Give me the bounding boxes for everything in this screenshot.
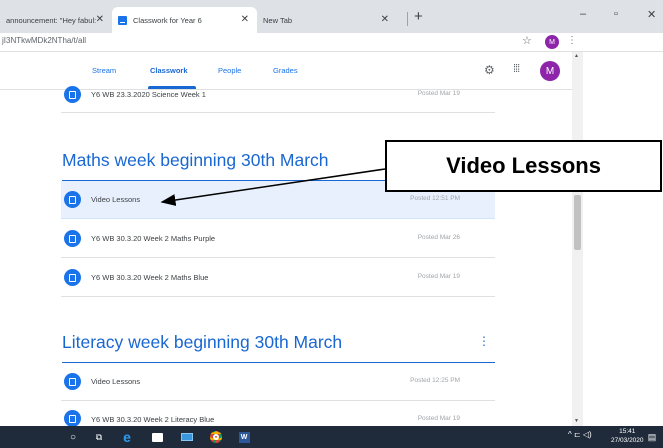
- tab-grades[interactable]: Grades: [273, 66, 298, 75]
- new-tab-button[interactable]: +: [414, 8, 423, 25]
- maximize-button[interactable]: ▫: [614, 8, 618, 20]
- assignment-icon: [64, 191, 81, 208]
- item-posted: Posted 12:51 PM: [410, 195, 460, 202]
- address-bar: [0, 33, 663, 52]
- list-item[interactable]: Y6 WB 30.3.20 Week 2 Maths Purple Posted…: [61, 220, 495, 258]
- scrollbar-thumb[interactable]: [574, 195, 581, 250]
- edge-browser-icon[interactable]: e: [119, 427, 135, 447]
- chrome-icon[interactable]: [208, 427, 224, 447]
- assignment-icon: [64, 373, 81, 390]
- close-icon[interactable]: ✕: [241, 14, 249, 25]
- item-posted: Posted Mar 19: [417, 415, 460, 422]
- tab-label: New Tab: [263, 15, 293, 25]
- taskbar-clock[interactable]: 15:41 27/03/2020: [611, 427, 644, 445]
- tab-classwork[interactable]: Classwork: [150, 66, 188, 75]
- item-title: Y6 WB 30.3.20 Week 2 Maths Purple: [91, 234, 216, 243]
- mail-icon[interactable]: [179, 427, 195, 447]
- minimize-button[interactable]: –: [580, 8, 586, 20]
- tab-label: announcement: "Hey fabul:: [6, 15, 97, 25]
- list-item-video-lessons-literacy[interactable]: Video Lessons Posted 12:25 PM: [61, 363, 495, 401]
- assignment-icon: [64, 230, 81, 247]
- screen: announcement: "Hey fabul: ✕ Classwork fo…: [0, 0, 663, 448]
- topic-title-literacy: Literacy week beginning 30th March: [62, 332, 343, 352]
- browser-menu-icon[interactable]: ⋮: [567, 35, 577, 46]
- bookmark-star-icon[interactable]: ☆: [522, 34, 532, 47]
- tab-separator: [407, 12, 408, 26]
- user-avatar[interactable]: M: [540, 61, 560, 81]
- annotation-callout: Video Lessons: [385, 140, 662, 192]
- browser-tab-announcement[interactable]: announcement: "Hey fabul: ✕: [0, 7, 112, 33]
- tab-stream[interactable]: Stream: [92, 66, 116, 75]
- item-title: Y6 WB 30.3.20 Week 2 Literacy Blue: [91, 415, 215, 424]
- store-icon[interactable]: [150, 427, 164, 447]
- item-title: Video Lessons: [91, 377, 141, 386]
- url-field[interactable]: jI3NTkwMDk2NTha/t/all: [2, 36, 86, 45]
- settings-gear-icon[interactable]: ⚙: [484, 63, 495, 77]
- tab-people[interactable]: People: [218, 66, 241, 75]
- assignment-icon: [64, 269, 81, 286]
- topic-menu-icon[interactable]: ⋮: [478, 334, 490, 348]
- close-icon[interactable]: ✕: [96, 14, 104, 25]
- classroom-icon: [118, 15, 127, 25]
- list-item[interactable]: Y6 WB 23.3.2020 Science Week 1 Posted Ma…: [61, 78, 495, 113]
- annotation-arrow-icon: [160, 168, 386, 206]
- assignment-icon: [64, 86, 81, 103]
- word-icon[interactable]: W: [236, 427, 252, 447]
- list-item[interactable]: Y6 WB 30.3.20 Week 2 Maths Blue Posted M…: [61, 259, 495, 297]
- browser-tab-classwork[interactable]: Classwork for Year 6 ✕: [112, 7, 257, 33]
- scroll-down-arrow-icon[interactable]: ▼: [574, 418, 579, 424]
- item-posted: Posted 12:25 PM: [410, 377, 460, 384]
- search-circle-icon[interactable]: ○: [66, 427, 80, 447]
- browser-profile-avatar[interactable]: M: [545, 35, 559, 49]
- assignment-icon: [64, 410, 81, 427]
- list-item[interactable]: Y6 WB 30.3.20 Week 2 Literacy Blue Poste…: [61, 402, 495, 427]
- close-icon[interactable]: ✕: [381, 14, 389, 25]
- item-title: Y6 WB 30.3.20 Week 2 Maths Blue: [91, 273, 209, 282]
- apps-grid-icon[interactable]: ⁞⁞⁞: [513, 63, 520, 75]
- notification-icon[interactable]: ▤: [645, 427, 659, 447]
- item-title: Y6 WB 23.3.2020 Science Week 1: [91, 90, 206, 99]
- window-close-button[interactable]: ✕: [647, 8, 656, 21]
- clock-date: 27/03/2020: [611, 437, 644, 444]
- item-title: Video Lessons: [91, 195, 141, 204]
- item-posted: Posted Mar 19: [417, 273, 460, 280]
- scroll-up-arrow-icon[interactable]: ▲: [574, 53, 579, 59]
- task-view-icon[interactable]: ⧉: [92, 427, 106, 447]
- clock-time: 15:41: [619, 428, 636, 435]
- item-posted: Posted Mar 19: [417, 90, 460, 97]
- system-tray-icons[interactable]: ^ ⊏ ◁): [568, 430, 592, 439]
- browser-tab-new-tab[interactable]: New Tab ✕: [257, 7, 397, 33]
- tab-label: Classwork for Year 6: [133, 15, 202, 25]
- item-posted: Posted Mar 26: [417, 234, 460, 241]
